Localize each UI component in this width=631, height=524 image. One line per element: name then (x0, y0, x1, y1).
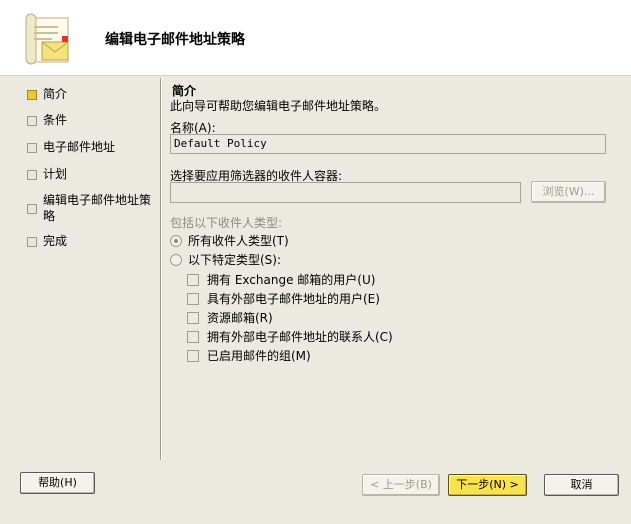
checkbox-mail-users[interactable]: 具有外部电子邮件地址的用户(E) (187, 290, 380, 307)
radio-label: 以下特定类型(S): (188, 253, 282, 267)
browse-button[interactable]: 浏览(W)... (531, 181, 606, 203)
step-label: 简介 (43, 87, 68, 101)
step-completion: 完成 (27, 233, 67, 249)
radio-selected-icon (170, 234, 182, 247)
vertical-divider (160, 78, 162, 460)
step-bullet-icon (27, 204, 37, 214)
step-bullet-icon (27, 116, 37, 126)
page-title: 编辑电子邮件地址策略 (105, 32, 245, 48)
name-field[interactable]: Default Policy (170, 134, 606, 154)
wizard-header: 编辑电子邮件地址策略 (0, 0, 631, 76)
checkbox-label: 具有外部电子邮件地址的用户(E) (207, 292, 380, 306)
active-step-bullet-icon (27, 90, 37, 100)
next-button[interactable]: 下一步(N) > (448, 474, 527, 496)
back-button[interactable]: < 上一步(B) (362, 474, 440, 496)
step-label: 完成 (43, 234, 68, 248)
cancel-button[interactable]: 取消 (544, 474, 619, 496)
step-bullet-icon (27, 170, 37, 180)
checkbox-icon (187, 349, 199, 362)
step-bullet-icon (27, 237, 37, 247)
step-introduction: 简介 (27, 86, 67, 102)
step-conditions: 条件 (27, 112, 67, 128)
step-edit-policy: 编辑电子邮件地址策略 (27, 192, 155, 224)
checkbox-icon (187, 311, 199, 324)
help-button[interactable]: 帮助(H) (20, 472, 95, 494)
radio-unselected-icon (170, 253, 182, 266)
specific-types-radio[interactable]: 以下特定类型(S): (170, 251, 281, 268)
checkbox-resource-mailboxes[interactable]: 资源邮箱(R) (187, 309, 273, 326)
step-label: 电子邮件地址 (43, 140, 116, 154)
step-schedule: 计划 (27, 166, 67, 182)
step-label: 条件 (43, 113, 68, 127)
checkbox-icon (187, 273, 199, 286)
checkbox-mail-contacts[interactable]: 拥有外部电子邮件地址的联系人(C) (187, 328, 393, 345)
radio-label: 所有收件人类型(T) (188, 234, 289, 248)
section-description: 此向导可帮助您编辑电子邮件地址策略。 (170, 99, 387, 113)
step-label: 编辑电子邮件地址策略 (43, 193, 152, 223)
step-label: 计划 (43, 167, 68, 181)
checkbox-icon (187, 330, 199, 343)
checkbox-icon (187, 292, 199, 305)
checkbox-label: 已启用邮件的组(M) (207, 349, 311, 363)
checkbox-label: 资源邮箱(R) (207, 311, 273, 325)
checkbox-mail-enabled-groups[interactable]: 已启用邮件的组(M) (187, 347, 311, 364)
step-email-addresses: 电子邮件地址 (27, 139, 115, 155)
checkbox-label: 拥有外部电子邮件地址的联系人(C) (207, 330, 393, 344)
wizard-steps-nav: 简介 条件 电子邮件地址 计划 编辑电子邮件地址策略 完成 (0, 78, 160, 468)
checkbox-exchange-mailbox-users[interactable]: 拥有 Exchange 邮箱的用户(U) (187, 271, 375, 288)
step-bullet-icon (27, 143, 37, 153)
checkbox-label: 拥有 Exchange 邮箱的用户(U) (207, 273, 376, 287)
all-recipient-types-radio[interactable]: 所有收件人类型(T) (170, 232, 289, 249)
recipient-types-label: 包括以下收件人类型: (170, 216, 283, 230)
container-field[interactable] (170, 182, 521, 203)
scroll-policy-icon (25, 13, 69, 65)
